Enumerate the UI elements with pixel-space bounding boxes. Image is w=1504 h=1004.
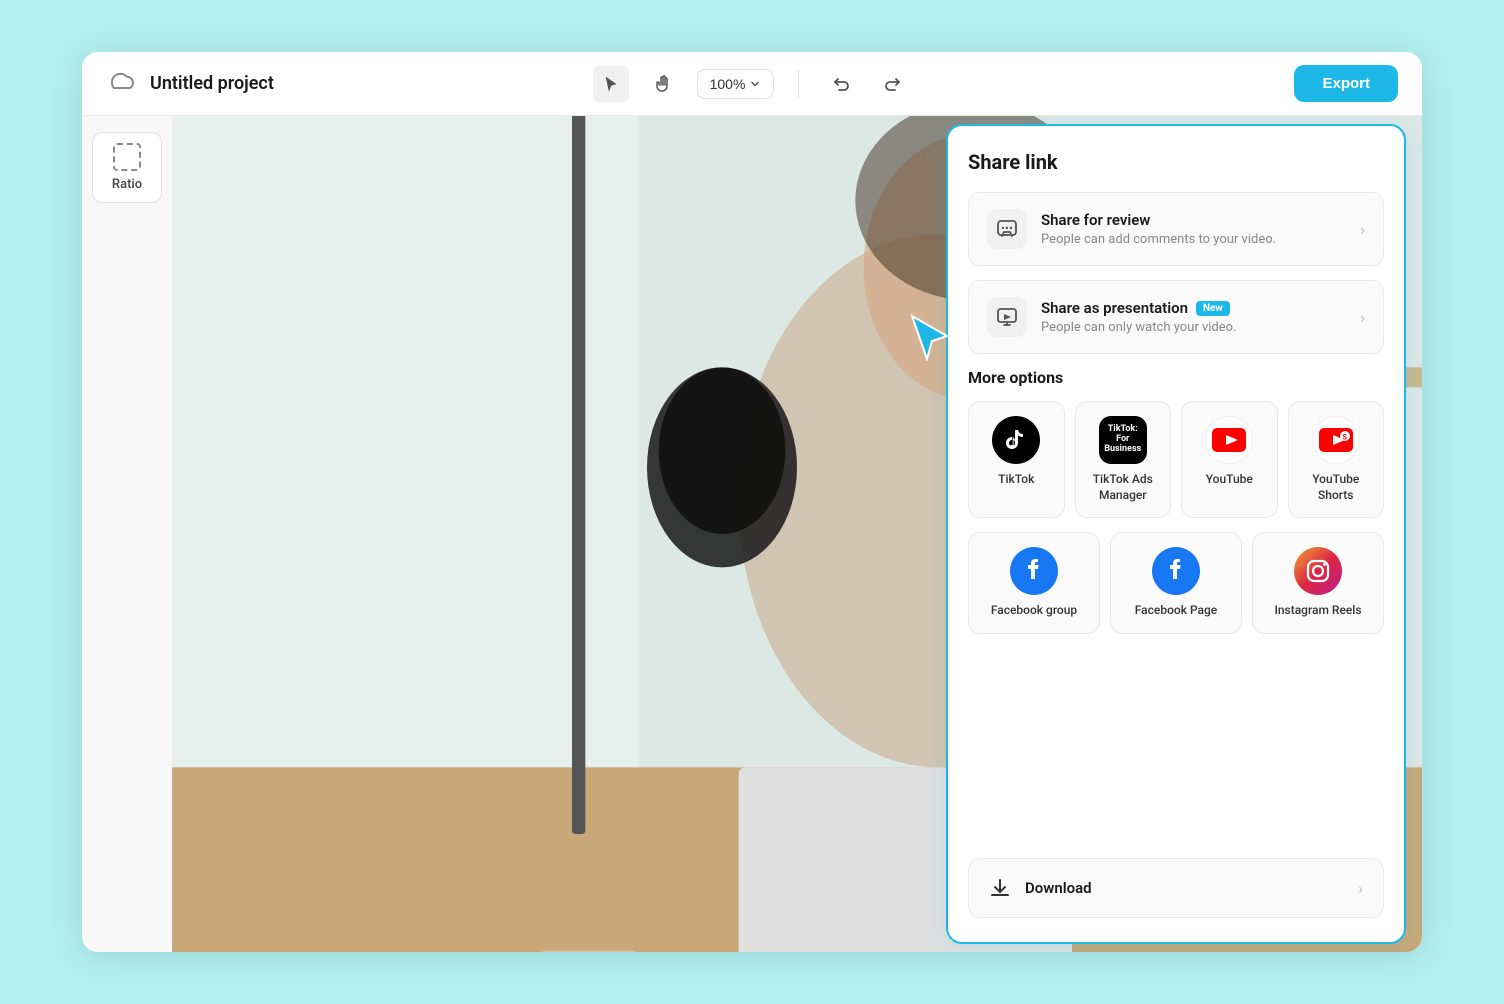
youtube-shorts-icon: S xyxy=(1312,416,1360,464)
facebook-group-icon xyxy=(1010,547,1058,595)
share-panel: Share link Share for review xyxy=(946,124,1406,944)
share-link-title: Share link xyxy=(968,150,1384,174)
header: Untitled project 100% xyxy=(82,52,1422,116)
download-icon xyxy=(989,877,1011,899)
select-tool-button[interactable] xyxy=(593,66,629,102)
option-youtube[interactable]: YouTube xyxy=(1181,401,1278,518)
instagram-reels-icon xyxy=(1294,547,1342,595)
redo-button[interactable] xyxy=(875,66,911,102)
facebook-page-icon xyxy=(1152,547,1200,595)
youtube-shorts-label: YouTube Shorts xyxy=(1297,472,1376,503)
project-title: Untitled project xyxy=(150,73,274,94)
header-right: Export xyxy=(911,65,1398,102)
more-options-title: More options xyxy=(968,368,1384,387)
share-as-presentation-arrow: › xyxy=(1360,308,1365,327)
share-for-review-icon xyxy=(987,209,1027,249)
left-sidebar: Ratio xyxy=(82,116,172,952)
zoom-value: 100% xyxy=(710,76,746,92)
tiktok-label: TikTok xyxy=(998,472,1034,488)
options-grid-row2: Facebook group Facebook Page xyxy=(968,532,1384,634)
ratio-label: Ratio xyxy=(112,177,142,192)
share-for-review-text: Share for review People can add comments… xyxy=(1041,211,1346,247)
option-facebook-group[interactable]: Facebook group xyxy=(968,532,1100,634)
share-for-review-title: Share for review xyxy=(1041,211,1346,229)
header-left: Untitled project xyxy=(106,68,593,100)
tiktok-icon: ♪ xyxy=(992,416,1040,464)
download-arrow: › xyxy=(1358,879,1363,898)
tiktok-ads-label: TikTok Ads Manager xyxy=(1084,472,1163,503)
share-for-review-desc: People can add comments to your video. xyxy=(1041,232,1346,247)
facebook-group-label: Facebook group xyxy=(991,603,1077,619)
download-label: Download xyxy=(1025,879,1344,897)
ratio-button[interactable]: Ratio xyxy=(92,132,162,203)
option-tiktok-ads[interactable]: TikTok:ForBusiness TikTok Ads Manager xyxy=(1075,401,1172,518)
cursor-arrow-indicator xyxy=(902,311,952,365)
option-instagram-reels[interactable]: Instagram Reels xyxy=(1252,532,1384,634)
option-tiktok[interactable]: ♪ TikTok xyxy=(968,401,1065,518)
download-button[interactable]: Download › xyxy=(968,858,1384,918)
cloud-icon xyxy=(106,68,138,100)
new-badge: New xyxy=(1196,301,1230,316)
facebook-page-label: Facebook Page xyxy=(1135,603,1217,619)
youtube-icon xyxy=(1205,416,1253,464)
share-as-presentation-card[interactable]: Share as presentation New People can onl… xyxy=(968,280,1384,354)
share-as-presentation-desc: People can only watch your video. xyxy=(1041,320,1346,335)
header-divider xyxy=(798,70,799,98)
app-container: Untitled project 100% xyxy=(82,52,1422,952)
header-center: 100% xyxy=(593,66,912,102)
undo-button[interactable] xyxy=(823,66,859,102)
tiktok-ads-icon: TikTok:ForBusiness xyxy=(1099,416,1147,464)
option-youtube-shorts[interactable]: S YouTube Shorts xyxy=(1288,401,1385,518)
share-as-presentation-text: Share as presentation New People can onl… xyxy=(1041,299,1346,335)
instagram-reels-label: Instagram Reels xyxy=(1274,603,1361,619)
options-grid-row1: ♪ TikTok TikTok:ForBusiness TikTok Ads M… xyxy=(968,401,1384,518)
share-as-presentation-icon xyxy=(987,297,1027,337)
zoom-dropdown[interactable]: 100% xyxy=(697,69,775,99)
svg-text:S: S xyxy=(1342,434,1347,442)
ratio-icon xyxy=(113,143,141,171)
share-for-review-card[interactable]: Share for review People can add comments… xyxy=(968,192,1384,266)
share-as-presentation-title: Share as presentation New xyxy=(1041,299,1346,317)
main-content: Ratio xyxy=(82,116,1422,952)
youtube-label: YouTube xyxy=(1206,472,1253,488)
canvas-area: Share link Share for review xyxy=(172,116,1422,952)
hand-tool-button[interactable] xyxy=(645,66,681,102)
option-facebook-page[interactable]: Facebook Page xyxy=(1110,532,1242,634)
share-for-review-arrow: › xyxy=(1360,220,1365,239)
export-button[interactable]: Export xyxy=(1294,65,1398,102)
